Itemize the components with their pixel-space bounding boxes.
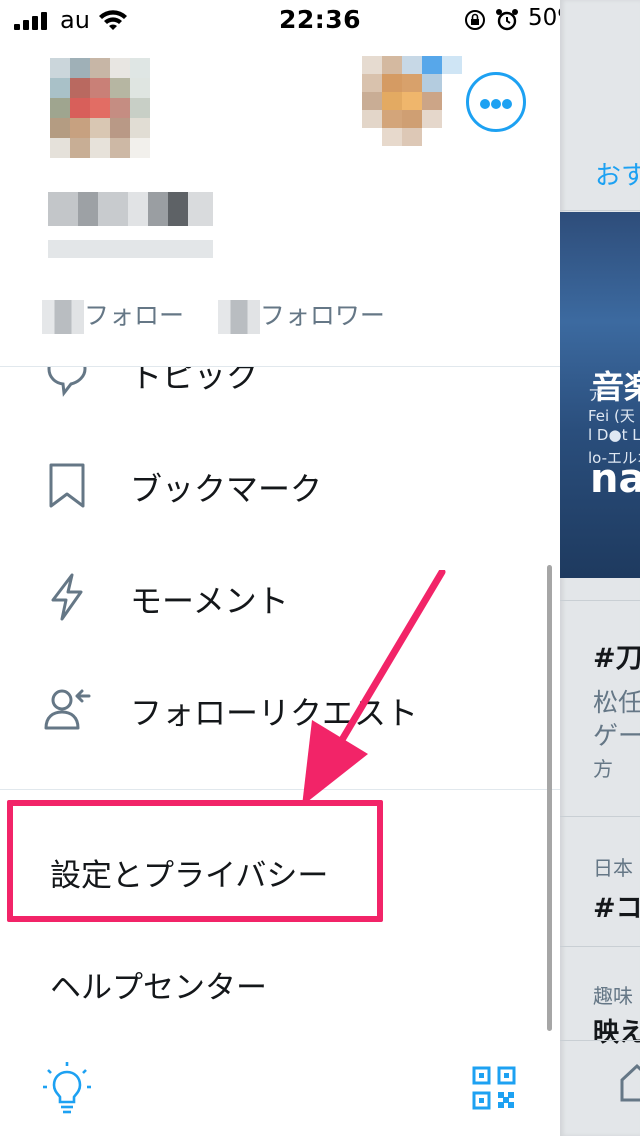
help-center-link[interactable]: ヘルプセンター <box>50 962 267 1007</box>
menu-item-moments[interactable]: モーメント <box>0 542 560 652</box>
followers-count-redacted <box>217 300 260 334</box>
menu-item-bookmarks[interactable]: ブックマーク <box>0 430 560 540</box>
topic-icon <box>47 367 87 397</box>
alarm-icon <box>496 9 518 31</box>
profile-name-redacted <box>48 192 213 228</box>
menu-item-label: トピック <box>130 367 259 395</box>
bg-trend-text: 松任 <box>593 688 640 717</box>
bg-trend-tag: #刀 <box>593 643 640 674</box>
background-timeline[interactable]: おす 音楽 ア Fei (天 l D●t L lo-エルオ na #刀 松任 ゲ… <box>560 0 640 1136</box>
bg-hero-caption: l D●t L <box>588 426 640 444</box>
menu-item-follow-requests[interactable]: フォローリクエスト <box>0 654 560 764</box>
menu-item-topics[interactable]: トピック <box>0 367 560 407</box>
status-bar: au 22:36 50% <box>0 0 640 40</box>
more-options-button[interactable] <box>466 72 526 132</box>
menu-item-label: モーメント <box>130 582 289 620</box>
annotation-highlight-box <box>7 800 383 922</box>
lightbulb-icon[interactable] <box>42 1060 92 1116</box>
profile-handle-redacted <box>48 240 213 258</box>
menu-item-label: ブックマーク <box>130 470 323 508</box>
following-count-redacted <box>42 300 84 334</box>
followers-link[interactable]: フォロワー <box>260 301 385 330</box>
lightning-icon <box>51 573 83 621</box>
bg-hero-caption: Fei (天 <box>588 407 635 425</box>
annotation-arrow-icon <box>302 570 446 806</box>
bg-trend-tag: #コ <box>593 893 640 924</box>
follow-request-icon <box>44 689 91 730</box>
bg-hero-image: 音楽 ア Fei (天 l D●t L lo-エルオ na <box>560 212 640 578</box>
divider <box>0 789 560 790</box>
bg-trend-text: 映え <box>593 1018 640 1048</box>
qr-code-icon[interactable] <box>472 1066 516 1110</box>
bg-hero-word: na <box>590 456 640 502</box>
bg-tab-label: おす <box>595 161 640 191</box>
bg-trend-category: 日本 <box>593 856 633 880</box>
scroll-indicator[interactable] <box>547 565 552 1031</box>
secondary-account-avatar[interactable] <box>362 56 462 146</box>
bg-trend-text: ゲー <box>593 721 640 750</box>
bg-trend-text: 方 <box>593 757 613 781</box>
bg-trend-category: 趣味 <box>593 984 633 1008</box>
following-link[interactable]: フォロー <box>84 301 184 330</box>
profile-avatar[interactable] <box>50 58 150 158</box>
follow-counts: フォロー フォロワー <box>42 296 385 334</box>
home-icon[interactable] <box>620 1062 640 1102</box>
bg-hero-caption: ア <box>588 386 604 404</box>
bookmark-icon <box>49 463 85 508</box>
rotation-lock-icon <box>465 10 485 30</box>
